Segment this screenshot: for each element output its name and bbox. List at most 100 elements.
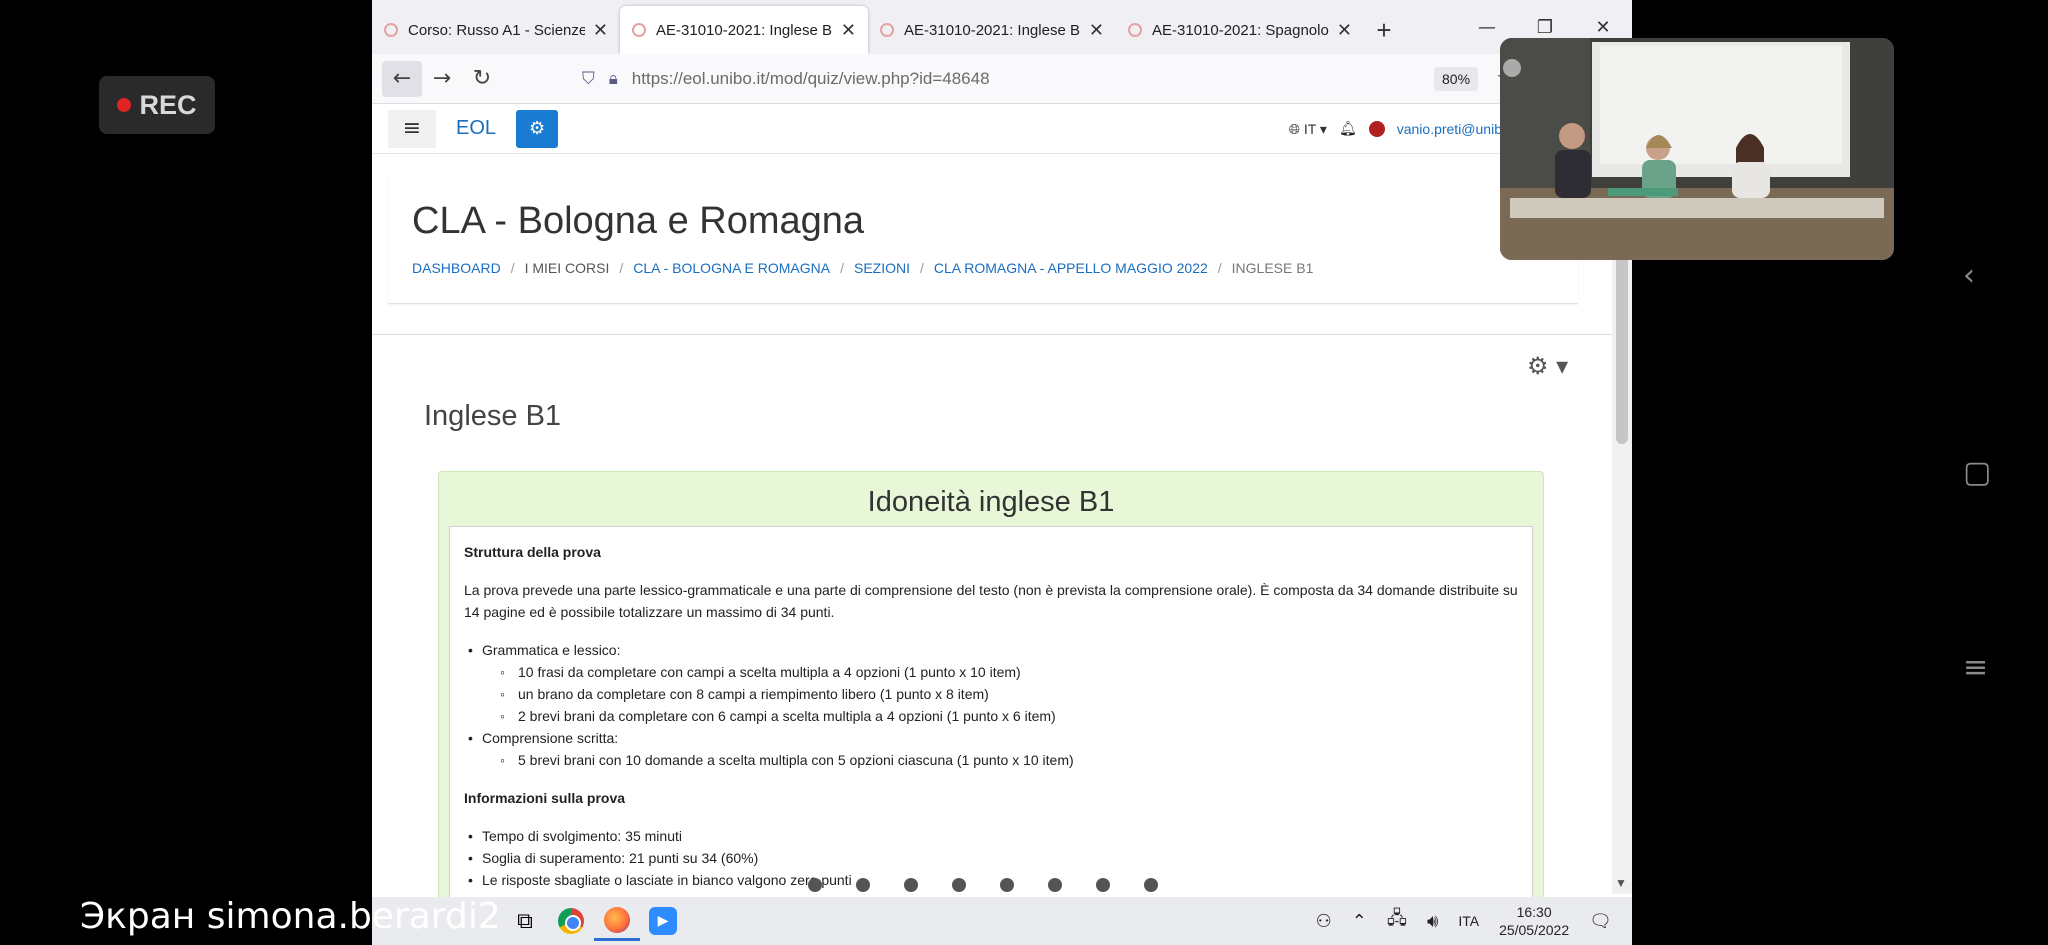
zoom-app-icon[interactable]: ▶: [640, 901, 686, 941]
browser-tab-active[interactable]: AE-31010-2021: Inglese B1 ✕: [620, 6, 868, 54]
list-item: 5 brevi brani con 10 domande a scelta mu…: [482, 749, 1518, 771]
browser-navbar: ← → ↻ ⛉ 🔒︎ https://eol.unibo.it/mod/quiz…: [372, 54, 1632, 104]
zoom-level-badge[interactable]: 80%: [1434, 66, 1479, 91]
input-language[interactable]: ITA: [1458, 913, 1479, 929]
close-tab-icon[interactable]: ✕: [841, 20, 856, 41]
shared-screen: Corso: Russo A1 - Scienze P ✕ AE-31010-2…: [372, 0, 1632, 945]
structure-heading: Struttura della prova: [464, 544, 601, 560]
pagination-dot[interactable]: [1048, 878, 1062, 892]
course-title: CLA - Bologna e Romagna: [412, 200, 865, 242]
quiz-box-title: Idoneità inglese B1: [867, 486, 1115, 518]
section-label: Comprensione scritta:: [482, 730, 619, 746]
quiz-intro-box: Idoneità inglese B1 Struttura della prov…: [438, 471, 1544, 945]
windows-taskbar: ⧉ ▶ ⚇ ⌃ 🖧︎ 🔊︎ ITA 16:30 25/05/2022 🗨︎: [372, 897, 1632, 945]
browser-tab[interactable]: Corso: Russo A1 - Scienze P ✕: [372, 6, 620, 54]
section-divider: [372, 334, 1612, 335]
video-scene-image: [1500, 38, 1894, 260]
firefox-app-icon[interactable]: [594, 901, 640, 941]
pagination-dot[interactable]: [904, 878, 918, 892]
chevron-up-icon[interactable]: ⌃: [1352, 911, 1367, 932]
url-text[interactable]: https://eol.unibo.it/mod/quiz/view.php?i…: [632, 69, 990, 89]
close-tab-icon[interactable]: ✕: [1089, 20, 1104, 41]
tab-title: AE-31010-2021: Inglese B1: [904, 21, 1081, 39]
browser-tab[interactable]: AE-31010-2021: Inglese B1 ✕: [868, 6, 1116, 54]
breadcrumb-my-courses[interactable]: I MIEI CORSI: [525, 260, 610, 276]
people-icon[interactable]: ⚇: [1316, 911, 1332, 932]
list-item: Tempo di svolgimento: 35 minuti: [464, 825, 1518, 847]
tab-title: Corso: Russo A1 - Scienze P: [408, 21, 585, 39]
pagination-dot[interactable]: [808, 878, 822, 892]
notifications-bell-icon[interactable]: 🔔︎: [1339, 121, 1357, 137]
breadcrumb-separator: /: [619, 260, 624, 276]
sub-list: 10 frasi da completare con campi a scelt…: [482, 661, 1518, 727]
back-arrow-icon[interactable]: ←: [382, 60, 422, 97]
language-code: IT: [1303, 120, 1317, 137]
user-name-link[interactable]: vanio.preti@unib: [1397, 121, 1502, 137]
quiz-title: Inglese B1: [424, 400, 562, 432]
page-scrollbar[interactable]: ▼: [1612, 154, 1632, 894]
user-avatar[interactable]: [1368, 121, 1385, 137]
breadcrumb-separator: /: [1217, 260, 1222, 276]
scroll-down-icon[interactable]: ▼: [1615, 876, 1627, 890]
breadcrumb-separator: /: [510, 260, 515, 276]
pagination-dot[interactable]: [1000, 878, 1014, 892]
pagination-dot[interactable]: [952, 878, 966, 892]
reload-icon[interactable]: ↻: [462, 61, 502, 97]
user-area: 🌐︎ IT ▾ 🔔︎ vanio.preti@unib: [1289, 104, 1502, 154]
clock-date: 25/05/2022: [1499, 922, 1570, 938]
breadcrumb-appello[interactable]: CLA ROMAGNA - APPELLO MAGGIO 2022: [934, 260, 1208, 276]
breadcrumb-current: INGLESE B1: [1231, 260, 1314, 276]
moodle-navbar: ≡ EOL ⚙ 🌐︎ IT ▾ 🔔︎ vanio.preti@unib: [372, 104, 1632, 154]
breadcrumb-dashboard[interactable]: DASHBOARD: [412, 260, 501, 276]
participant-video-thumbnail[interactable]: [1500, 38, 1894, 260]
recents-menu-icon[interactable]: ≡: [1963, 650, 1988, 685]
activity-settings-gear-icon[interactable]: ⚙ ▾: [1527, 352, 1568, 380]
lock-icon: 🔒︎: [608, 68, 618, 89]
breadcrumb-separator: /: [840, 260, 844, 276]
clock-time: 16:30: [1516, 904, 1552, 920]
shield-icon: ⛉: [582, 68, 595, 89]
intro-paragraph: La prova prevede una parte lessico-gramm…: [464, 582, 1518, 620]
tab-title: AE-31010-2021: Inglese B1: [656, 21, 833, 39]
notifications-icon[interactable]: 🗨︎: [1589, 911, 1612, 932]
forward-arrow-icon[interactable]: →: [422, 61, 462, 97]
home-square-icon[interactable]: ▢: [1963, 455, 1991, 490]
breadcrumb: DASHBOARD / I MIEI CORSI / CLA - BOLOGNA…: [412, 260, 1313, 276]
breadcrumb-sections[interactable]: SEZIONI: [854, 260, 910, 276]
hamburger-menu-icon[interactable]: ≡: [388, 109, 436, 148]
network-icon[interactable]: 🖧︎: [1387, 906, 1407, 936]
site-favicon-icon: [632, 23, 646, 37]
structure-list: Grammatica e lessico: 10 frasi da comple…: [464, 639, 1518, 771]
record-dot-icon: [117, 98, 132, 112]
site-brand-link[interactable]: EOL: [456, 117, 496, 140]
system-tray: ⚇ ⌃ 🖧︎ 🔊︎ ITA 16:30 25/05/2022 🗨︎: [1316, 897, 1632, 945]
list-item: un brano da completare con 8 campi a rie…: [482, 683, 1518, 705]
tab-title: AE-31010-2021: Spagnolo B: [1152, 21, 1329, 39]
address-bar[interactable]: ⛉ 🔒︎ https://eol.unibo.it/mod/quiz/view.…: [582, 61, 1382, 97]
list-item: Comprensione scritta: 5 brevi brani con …: [464, 727, 1518, 771]
list-item: 10 frasi da completare con campi a scelt…: [482, 661, 1518, 683]
pagination-dot[interactable]: [1144, 878, 1158, 892]
pagination-dot[interactable]: [1096, 878, 1110, 892]
breadcrumb-cla[interactable]: CLA - BOLOGNA E ROMAGNA: [633, 260, 830, 276]
browser-tab[interactable]: AE-31010-2021: Spagnolo B ✕: [1116, 6, 1364, 54]
close-tab-icon[interactable]: ✕: [593, 20, 608, 41]
browser-tab-strip: Corso: Russo A1 - Scienze P ✕ AE-31010-2…: [372, 0, 1632, 54]
breadcrumb-separator: /: [920, 260, 924, 276]
list-item: Grammatica e lessico: 10 frasi da comple…: [464, 639, 1518, 727]
task-view-icon[interactable]: ⧉: [502, 901, 548, 941]
sub-list: 5 brevi brani con 10 domande a scelta mu…: [482, 749, 1518, 771]
pagination-dot[interactable]: [856, 878, 870, 892]
recording-badge: REC: [99, 76, 215, 134]
settings-cogs-icon[interactable]: ⚙: [516, 109, 559, 148]
info-heading: Informazioni sulla prova: [464, 790, 626, 806]
clock[interactable]: 16:30 25/05/2022: [1499, 903, 1569, 939]
list-item: Soglia di superamento: 21 punti su 34 (6…: [464, 847, 1518, 869]
language-menu[interactable]: 🌐︎ IT ▾: [1289, 121, 1327, 138]
volume-icon[interactable]: 🔊︎: [1427, 911, 1438, 932]
chrome-app-icon[interactable]: [548, 901, 594, 941]
new-tab-plus-icon[interactable]: +: [1364, 6, 1404, 54]
close-tab-icon[interactable]: ✕: [1337, 20, 1352, 41]
device-side-nav: ‹ ▢ ≡: [1935, 0, 2048, 945]
back-chevron-icon[interactable]: ‹: [1963, 258, 1975, 293]
